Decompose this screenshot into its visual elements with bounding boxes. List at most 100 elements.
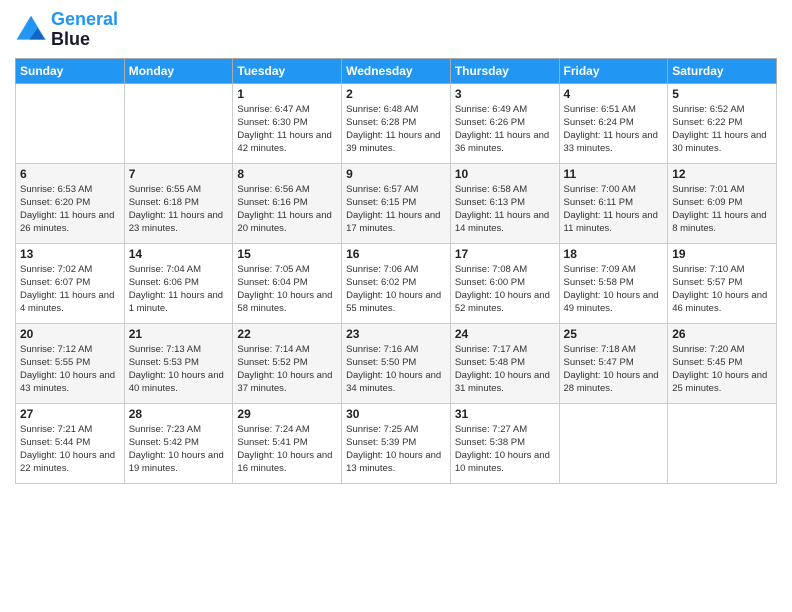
day-number: 6	[20, 167, 120, 181]
calendar-cell: 2 Sunrise: 6:48 AM Sunset: 6:28 PM Daylig…	[342, 83, 451, 163]
cell-info: Sunrise: 7:23 AM Sunset: 5:42 PM Dayligh…	[129, 423, 229, 476]
calendar-cell: 13 Sunrise: 7:02 AM Sunset: 6:07 PM Dayli…	[16, 243, 125, 323]
cell-info: Sunrise: 7:27 AM Sunset: 5:38 PM Dayligh…	[455, 423, 555, 476]
day-number: 4	[564, 87, 664, 101]
page: General Blue SundayMondayTuesdayWednesda…	[0, 0, 792, 612]
day-number: 20	[20, 327, 120, 341]
week-row-4: 20 Sunrise: 7:12 AM Sunset: 5:55 PM Dayli…	[16, 323, 777, 403]
day-number: 24	[455, 327, 555, 341]
day-number: 31	[455, 407, 555, 421]
day-number: 16	[346, 247, 446, 261]
calendar-cell: 7 Sunrise: 6:55 AM Sunset: 6:18 PM Daylig…	[124, 163, 233, 243]
calendar-cell: 15Sunrise: 7:05 AM Sunset: 6:04 PM Dayli…	[233, 243, 342, 323]
day-number: 9	[346, 167, 446, 181]
calendar-cell: 18Sunrise: 7:09 AM Sunset: 5:58 PM Dayli…	[559, 243, 668, 323]
day-number: 23	[346, 327, 446, 341]
calendar-cell: 31 Sunrise: 7:27 AM Sunset: 5:38 PM Dayli…	[450, 403, 559, 483]
calendar-cell: 25Sunrise: 7:18 AM Sunset: 5:47 PM Dayli…	[559, 323, 668, 403]
day-number: 22	[237, 327, 337, 341]
cell-info: Sunrise: 7:13 AM Sunset: 5:53 PM Dayligh…	[129, 343, 229, 396]
cell-info: Sunrise: 7:14 AM Sunset: 5:52 PM Dayligh…	[237, 343, 337, 396]
calendar-cell: 28 Sunrise: 7:23 AM Sunset: 5:42 PM Dayli…	[124, 403, 233, 483]
calendar-cell: 1 Sunrise: 6:47 AM Sunset: 6:30 PM Daylig…	[233, 83, 342, 163]
day-number: 2	[346, 87, 446, 101]
cell-info: Sunrise: 7:08 AM Sunset: 6:00 PM Dayligh…	[455, 263, 555, 316]
calendar-cell: 20 Sunrise: 7:12 AM Sunset: 5:55 PM Dayli…	[16, 323, 125, 403]
cell-info: Sunrise: 6:56 AM Sunset: 6:16 PM Dayligh…	[237, 183, 337, 236]
cell-info: Sunrise: 7:04 AM Sunset: 6:06 PM Dayligh…	[129, 263, 229, 316]
logo: General Blue	[15, 10, 118, 50]
day-number: 14	[129, 247, 229, 261]
cell-info: Sunrise: 7:21 AM Sunset: 5:44 PM Dayligh…	[20, 423, 120, 476]
calendar-cell: 27 Sunrise: 7:21 AM Sunset: 5:44 PM Dayli…	[16, 403, 125, 483]
day-header-wednesday: Wednesday	[342, 58, 451, 83]
cell-info: Sunrise: 6:57 AM Sunset: 6:15 PM Dayligh…	[346, 183, 446, 236]
day-header-thursday: Thursday	[450, 58, 559, 83]
calendar-cell: 26Sunrise: 7:20 AM Sunset: 5:45 PM Dayli…	[668, 323, 777, 403]
day-number: 18	[564, 247, 664, 261]
day-number: 8	[237, 167, 337, 181]
cell-info: Sunrise: 6:47 AM Sunset: 6:30 PM Dayligh…	[237, 103, 337, 156]
calendar-cell: 17 Sunrise: 7:08 AM Sunset: 6:00 PM Dayli…	[450, 243, 559, 323]
calendar-cell: 14 Sunrise: 7:04 AM Sunset: 6:06 PM Dayli…	[124, 243, 233, 323]
day-number: 21	[129, 327, 229, 341]
calendar-cell	[124, 83, 233, 163]
week-row-3: 13 Sunrise: 7:02 AM Sunset: 6:07 PM Dayli…	[16, 243, 777, 323]
day-header-friday: Friday	[559, 58, 668, 83]
calendar-cell: 16 Sunrise: 7:06 AM Sunset: 6:02 PM Dayli…	[342, 243, 451, 323]
calendar-cell	[668, 403, 777, 483]
day-header-tuesday: Tuesday	[233, 58, 342, 83]
cell-info: Sunrise: 7:06 AM Sunset: 6:02 PM Dayligh…	[346, 263, 446, 316]
calendar-cell: 6 Sunrise: 6:53 AM Sunset: 6:20 PM Daylig…	[16, 163, 125, 243]
header: General Blue	[15, 10, 777, 50]
day-number: 11	[564, 167, 664, 181]
day-number: 19	[672, 247, 772, 261]
cell-info: Sunrise: 6:53 AM Sunset: 6:20 PM Dayligh…	[20, 183, 120, 236]
cell-info: Sunrise: 7:01 AM Sunset: 6:09 PM Dayligh…	[672, 183, 772, 236]
day-number: 3	[455, 87, 555, 101]
cell-info: Sunrise: 7:25 AM Sunset: 5:39 PM Dayligh…	[346, 423, 446, 476]
calendar-cell: 12Sunrise: 7:01 AM Sunset: 6:09 PM Dayli…	[668, 163, 777, 243]
cell-info: Sunrise: 7:16 AM Sunset: 5:50 PM Dayligh…	[346, 343, 446, 396]
calendar-cell: 24Sunrise: 7:17 AM Sunset: 5:48 PM Dayli…	[450, 323, 559, 403]
day-number: 27	[20, 407, 120, 421]
day-number: 29	[237, 407, 337, 421]
day-number: 13	[20, 247, 120, 261]
calendar-table: SundayMondayTuesdayWednesdayThursdayFrid…	[15, 58, 777, 484]
cell-info: Sunrise: 7:20 AM Sunset: 5:45 PM Dayligh…	[672, 343, 772, 396]
week-row-5: 27 Sunrise: 7:21 AM Sunset: 5:44 PM Dayli…	[16, 403, 777, 483]
cell-info: Sunrise: 6:58 AM Sunset: 6:13 PM Dayligh…	[455, 183, 555, 236]
calendar-cell	[559, 403, 668, 483]
calendar-cell: 11 Sunrise: 7:00 AM Sunset: 6:11 PM Dayli…	[559, 163, 668, 243]
day-number: 7	[129, 167, 229, 181]
logo-text: General Blue	[51, 10, 118, 50]
cell-info: Sunrise: 7:12 AM Sunset: 5:55 PM Dayligh…	[20, 343, 120, 396]
cell-info: Sunrise: 7:00 AM Sunset: 6:11 PM Dayligh…	[564, 183, 664, 236]
calendar-cell: 4 Sunrise: 6:51 AM Sunset: 6:24 PM Daylig…	[559, 83, 668, 163]
day-header-sunday: Sunday	[16, 58, 125, 83]
calendar-cell: 29 Sunrise: 7:24 AM Sunset: 5:41 PM Dayli…	[233, 403, 342, 483]
day-number: 30	[346, 407, 446, 421]
cell-info: Sunrise: 6:48 AM Sunset: 6:28 PM Dayligh…	[346, 103, 446, 156]
day-header-monday: Monday	[124, 58, 233, 83]
calendar-cell: 8 Sunrise: 6:56 AM Sunset: 6:16 PM Daylig…	[233, 163, 342, 243]
day-number: 17	[455, 247, 555, 261]
day-number: 1	[237, 87, 337, 101]
cell-info: Sunrise: 7:05 AM Sunset: 6:04 PM Dayligh…	[237, 263, 337, 316]
day-number: 25	[564, 327, 664, 341]
cell-info: Sunrise: 6:51 AM Sunset: 6:24 PM Dayligh…	[564, 103, 664, 156]
calendar-cell: 30 Sunrise: 7:25 AM Sunset: 5:39 PM Dayli…	[342, 403, 451, 483]
calendar-cell: 19Sunrise: 7:10 AM Sunset: 5:57 PM Dayli…	[668, 243, 777, 323]
cell-info: Sunrise: 7:24 AM Sunset: 5:41 PM Dayligh…	[237, 423, 337, 476]
logo-icon	[15, 14, 47, 46]
day-number: 28	[129, 407, 229, 421]
cell-info: Sunrise: 6:49 AM Sunset: 6:26 PM Dayligh…	[455, 103, 555, 156]
calendar-cell: 5Sunrise: 6:52 AM Sunset: 6:22 PM Daylig…	[668, 83, 777, 163]
calendar-cell: 21 Sunrise: 7:13 AM Sunset: 5:53 PM Dayli…	[124, 323, 233, 403]
day-number: 5	[672, 87, 772, 101]
calendar-cell	[16, 83, 125, 163]
cell-info: Sunrise: 7:02 AM Sunset: 6:07 PM Dayligh…	[20, 263, 120, 316]
cell-info: Sunrise: 6:55 AM Sunset: 6:18 PM Dayligh…	[129, 183, 229, 236]
calendar-cell: 3 Sunrise: 6:49 AM Sunset: 6:26 PM Daylig…	[450, 83, 559, 163]
calendar-cell: 22 Sunrise: 7:14 AM Sunset: 5:52 PM Dayli…	[233, 323, 342, 403]
